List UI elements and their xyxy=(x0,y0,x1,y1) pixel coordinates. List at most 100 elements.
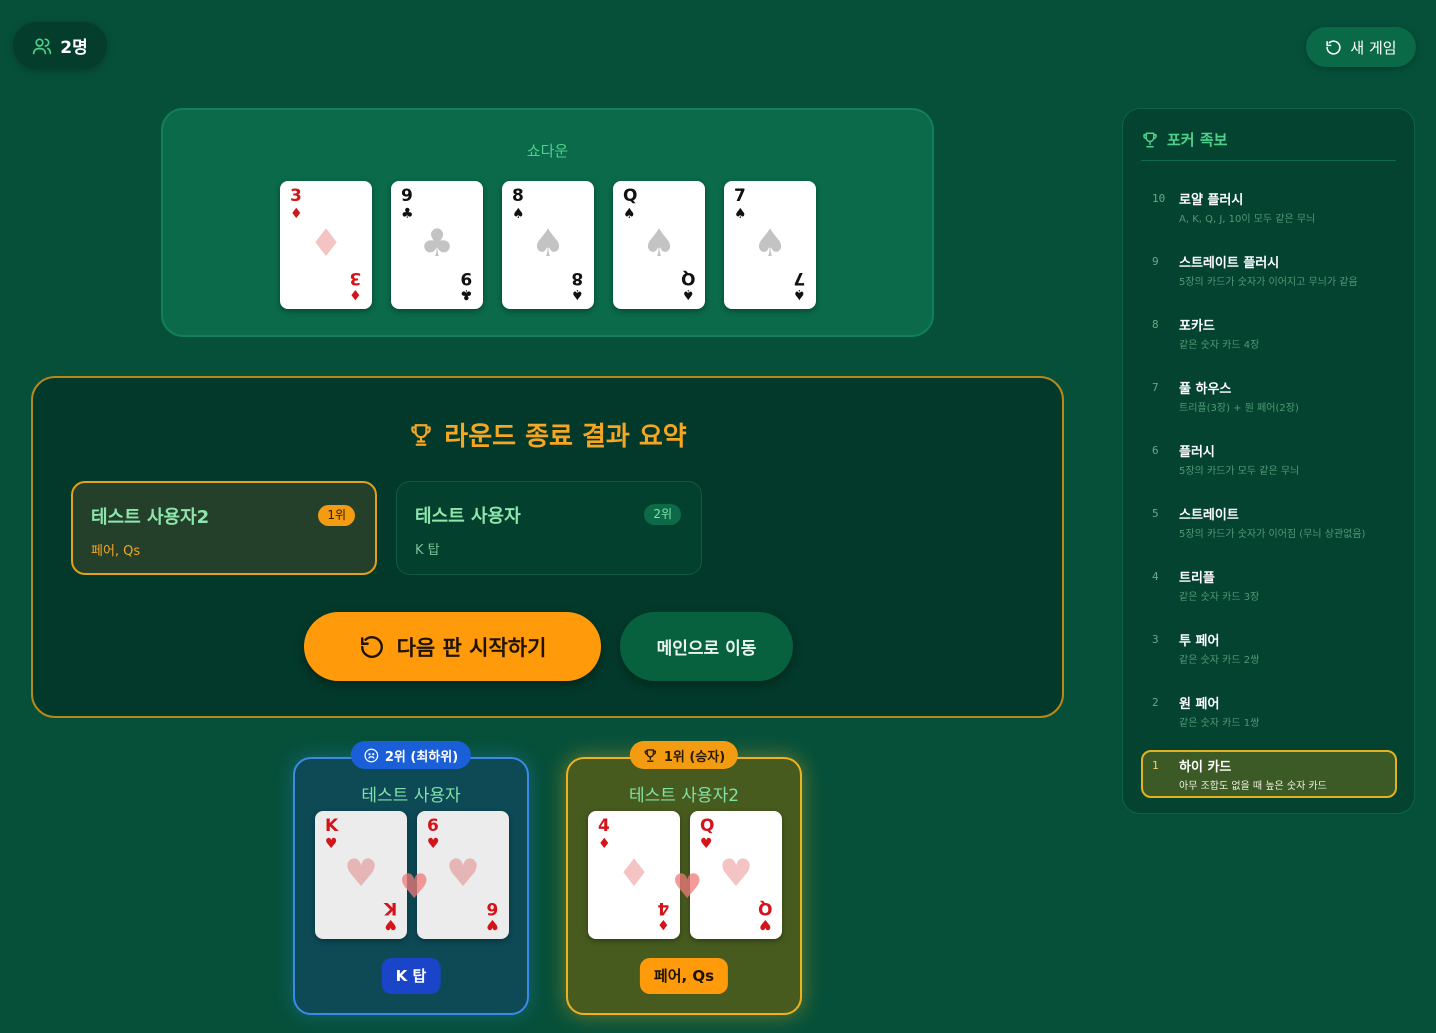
trophy-icon xyxy=(1141,131,1159,149)
card-suit-icon: ♠ xyxy=(571,286,584,302)
card-center-suit-icon: ♥ xyxy=(718,851,754,895)
hand-rank-number: 4 xyxy=(1152,570,1159,583)
result-hand: 페어, Qs xyxy=(91,544,141,559)
hand-rank-number: 6 xyxy=(1152,444,1159,457)
hand-ranking-item: 8 포카드같은 숫자 카드 4장 xyxy=(1141,309,1397,357)
card-rank: Q xyxy=(757,898,772,918)
card-rank: K xyxy=(383,898,397,918)
card-rank: 7 xyxy=(734,186,746,206)
playing-card: K ♥ ♥ ♥ K xyxy=(315,811,407,939)
card-rank: 4 xyxy=(657,898,670,918)
card-suit-icon: ♥ xyxy=(384,916,397,932)
card-rank: 3 xyxy=(290,186,302,206)
hand-name: 포카드 xyxy=(1179,319,1215,334)
card-center-suit-icon: ♠ xyxy=(530,221,566,265)
seat-player-name: 테스트 사용자 xyxy=(361,786,461,806)
hand-ranking-item: 3 투 페어 같은 숫자 카드 2쌍 xyxy=(1141,624,1397,672)
hand-ranking-item: 10 로얄 플러시 A, K, Q, J, 10이 모두 같은 무늬 xyxy=(1141,183,1397,231)
card-rank: 6 xyxy=(486,898,499,918)
hand-ranking-item: 1 하이 카드아무 조합도 없을 때 높은 숫자 카드 xyxy=(1141,750,1397,798)
hand-name: 하이 카드 xyxy=(1179,760,1232,775)
playing-card: 6 ♥ ♥ ♥ 6 xyxy=(417,811,509,939)
hand-rank-number: 1 xyxy=(1152,759,1159,772)
hand-rank-number: 8 xyxy=(1152,318,1159,331)
hand-ranking-item: 2 원 페어 같은 숫자 카드 1쌍 xyxy=(1141,687,1397,735)
hand-description: 트리플(3장) + 원 페어(2장) xyxy=(1179,403,1299,414)
card-rank: 4 xyxy=(598,816,610,836)
card-suit-icon: ♠ xyxy=(734,206,747,222)
refresh-icon xyxy=(1325,39,1342,56)
showdown-board: 쇼다운 3 ♦ ♦ ♦ 3 9 ♣ ♣ ♣ 9 8 ♠ ♠ ♠ 8 Q ♠ ♠ ♠ Q 7 ♠ ♠ ♠ 7 xyxy=(161,108,934,337)
card-rank: Q xyxy=(623,186,638,206)
card-corner: ♥ Q xyxy=(757,898,772,932)
card-suit-icon: ♠ xyxy=(623,206,636,222)
result-player-name: 테스트 사용자 xyxy=(415,506,521,527)
card-suit-icon: ♥ xyxy=(325,836,338,852)
card-suit-icon: ♥ xyxy=(486,916,499,932)
go-main-label: 메인으로 이동 xyxy=(656,639,757,659)
hand-description: 같은 숫자 카드 4장 xyxy=(1179,340,1260,351)
card-rank: 8 xyxy=(512,186,524,206)
hand-description: 같은 숫자 카드 1쌍 xyxy=(1179,718,1260,729)
new-game-button[interactable]: 새 게임 xyxy=(1306,27,1416,67)
hand-description: 5장의 카드가 모두 같은 무늬 xyxy=(1179,466,1300,477)
refresh-icon xyxy=(359,634,385,660)
playing-card: 9 ♣ ♣ ♣ 9 xyxy=(391,181,483,309)
hand-description: 아무 조합도 없을 때 높은 숫자 카드 xyxy=(1179,781,1327,792)
card-center-suit-icon: ♠ xyxy=(641,221,677,265)
seat-rank-tag: 2위 (최하위) xyxy=(350,741,472,769)
playing-card: 7 ♠ ♠ ♠ 7 xyxy=(724,181,816,309)
card-suit-icon: ♥ xyxy=(758,916,772,932)
hand-rank-number: 7 xyxy=(1152,381,1159,394)
trophy-icon xyxy=(643,748,658,763)
hand-rank-number: 2 xyxy=(1152,696,1159,709)
trophy-icon xyxy=(408,422,434,448)
card-corner: ♠ 7 xyxy=(793,268,806,302)
card-suit-icon: ♠ xyxy=(681,286,695,302)
next-round-label: 다음 판 시작하기 xyxy=(396,635,547,660)
hand-name: 투 페어 xyxy=(1179,634,1220,649)
hole-cards: K ♥ ♥ ♥ K 6 ♥ ♥ ♥ 6 ♥ xyxy=(315,811,511,941)
player-seat-winner: 1위 (승자) 테스트 사용자2 4 ♦ ♦ ♦ 4 Q ♥ ♥ ♥ Q ♥ 페어, Qs xyxy=(566,741,802,1015)
card-center-suit-icon: ♦ xyxy=(308,221,344,265)
hand-ranking-item: 7 풀 하우스트리플(3장) + 원 페어(2장) xyxy=(1141,372,1397,420)
hand-ranking-item: 4 트리플 같은 숫자 카드 3장 xyxy=(1141,561,1397,609)
card-center-suit-icon: ♥ xyxy=(343,851,379,895)
card-rank: 7 xyxy=(793,268,806,288)
hand-name: 로얄 플러시 xyxy=(1179,193,1244,208)
card-corner: ♥ 6 xyxy=(486,898,499,932)
hand-name: 스트레이트 플러시 xyxy=(1179,256,1280,271)
card-rank: 9 xyxy=(401,186,413,206)
hand-description: 5장의 카드가 숫자가 이어짐 (무늬 상관없음) xyxy=(1179,529,1366,540)
go-main-button[interactable]: 메인으로 이동 xyxy=(620,612,793,681)
hole-cards: 4 ♦ ♦ ♦ 4 Q ♥ ♥ ♥ Q ♥ xyxy=(588,811,784,941)
card-corner: ♥ K xyxy=(383,898,397,932)
player-count-badge: 2명 xyxy=(13,22,107,69)
seat-rank-label: 2위 (최하위) xyxy=(384,749,459,765)
result-rank-badge: 2위 xyxy=(644,504,681,525)
next-round-button[interactable]: 다음 판 시작하기 xyxy=(304,612,601,681)
playing-card: Q ♥ ♥ ♥ Q xyxy=(690,811,782,939)
hand-ranking-item: 6 플러시 5장의 카드가 모두 같은 무늬 xyxy=(1141,435,1397,483)
divider xyxy=(1141,160,1396,161)
hand-ranking-item: 9 스트레이트 플러시 5장의 카드가 숫자가 이어지고 무늬가 같음 xyxy=(1141,246,1397,294)
sad-face-icon xyxy=(364,748,379,763)
hand-rank-number: 5 xyxy=(1152,507,1159,520)
result-card-second: 테스트 사용자 K 탑 2위 xyxy=(396,481,702,575)
card-suit-icon: ♠ xyxy=(793,286,806,302)
hand-name: 스트레이트 xyxy=(1179,508,1239,523)
playing-card: 3 ♦ ♦ ♦ 3 xyxy=(280,181,372,309)
card-rank: 3 xyxy=(349,268,362,288)
card-suit-icon: ♠ xyxy=(512,206,525,222)
playing-card: 8 ♠ ♠ ♠ 8 xyxy=(502,181,594,309)
card-suit-icon: ♦ xyxy=(657,916,670,932)
card-center-suit-icon: ♦ xyxy=(616,851,652,895)
hand-name: 풀 하우스 xyxy=(1179,382,1232,397)
card-center-suit-icon: ♠ xyxy=(752,221,788,265)
seat-hand-result: K 탑 xyxy=(381,958,441,994)
result-player-name: 테스트 사용자2 xyxy=(91,507,210,528)
player-count-text: 2명 xyxy=(60,38,88,58)
card-rank: 8 xyxy=(571,268,584,288)
hand-rank-number: 3 xyxy=(1152,633,1159,646)
community-cards: 3 ♦ ♦ ♦ 3 9 ♣ ♣ ♣ 9 8 ♠ ♠ ♠ 8 Q ♠ ♠ ♠ Q 7 ♠ ♠ ♠ 7 xyxy=(280,181,816,309)
